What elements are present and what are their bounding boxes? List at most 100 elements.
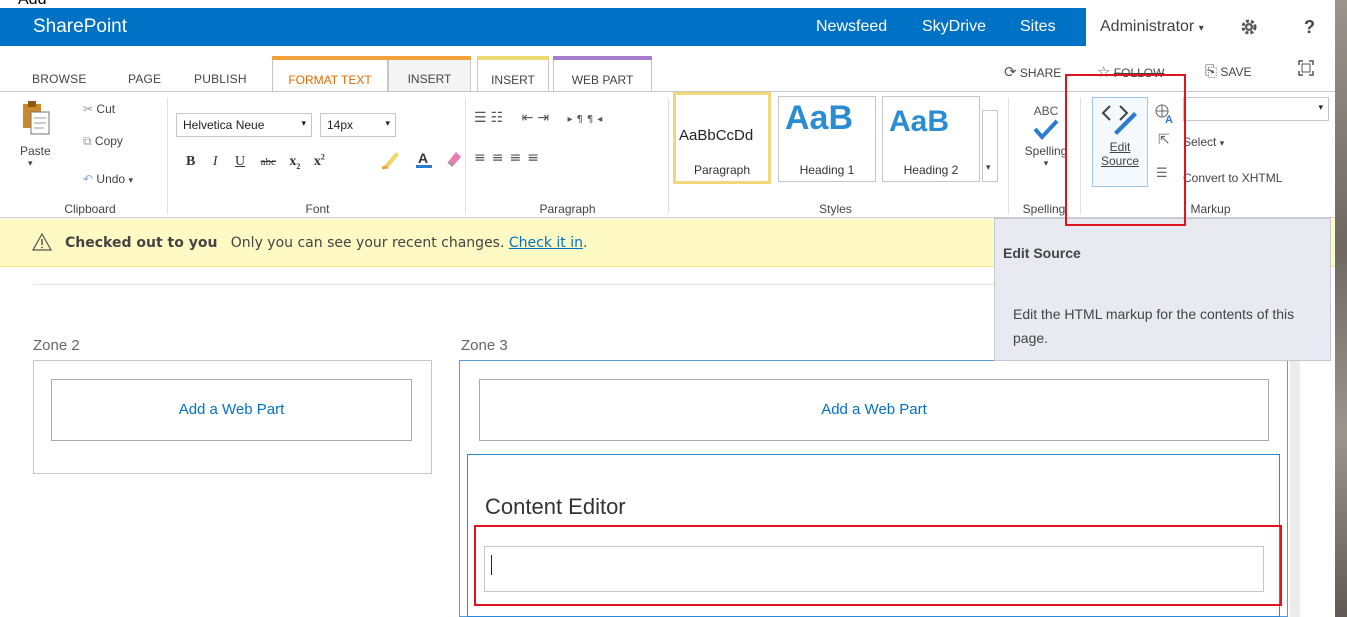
italic-icon[interactable]: I [213, 154, 218, 169]
edit-source-button[interactable]: Edit Source [1092, 97, 1148, 187]
content-editor-title: Content Editor [485, 494, 626, 519]
notification-status: Checked out to you [65, 235, 218, 251]
copy-icon: ⧉ [83, 134, 92, 148]
align-center-icon[interactable]: ≡ [492, 150, 510, 166]
style-paragraph[interactable]: AaBbCcDd Paragraph [673, 92, 771, 184]
underline-icon[interactable]: U [235, 154, 245, 169]
star-icon: ☆ [1097, 64, 1111, 81]
follow-label: FOLLOW [1113, 66, 1165, 80]
highlight-color-icon[interactable] [380, 148, 402, 174]
chevron-down-icon: ▾ [986, 163, 991, 173]
convert-xhtml-button[interactable]: Convert to XHTML [1183, 171, 1282, 185]
tab-insert[interactable]: INSERT [388, 56, 471, 92]
check-in-link[interactable]: Check it in [509, 235, 583, 251]
focus-content-icon[interactable] [1298, 60, 1314, 79]
indent-icon[interactable]: ⇥ [537, 110, 553, 126]
follow-button[interactable]: ☆ FOLLOW [1097, 63, 1164, 81]
group-separator [1008, 98, 1009, 214]
content-editor-field[interactable] [484, 546, 1264, 592]
group-label-spelling: Spelling [1022, 202, 1066, 216]
brand-sharepoint[interactable]: SharePoint [33, 8, 127, 46]
save-button[interactable]: ⎘ SAVE [1205, 63, 1251, 80]
share-button[interactable]: ⟳ SHARE [1004, 63, 1061, 81]
add-web-part-zone-3[interactable]: Add a Web Part [479, 379, 1269, 441]
cursor-icon: ⇱ [1158, 132, 1170, 148]
strikethrough-icon[interactable]: abc [261, 156, 276, 168]
copy-button[interactable]: ⧉ Copy [83, 134, 123, 149]
notification-message: Only you can see your recent changes. [230, 235, 505, 251]
font-family-select[interactable]: Helvetica Neue ▾ [176, 113, 312, 137]
tooltip-description: Edit the HTML markup for the contents of… [1013, 306, 1295, 346]
group-label-markup: Markup [1190, 202, 1231, 216]
warning-icon [31, 232, 53, 255]
share-icon: ⟳ [1004, 64, 1017, 81]
markup-style-select[interactable]: ▾ [1183, 97, 1329, 121]
scissors-icon: ✂ [83, 102, 94, 116]
styles-more-button[interactable]: ▾ [982, 110, 998, 182]
ltr-icon[interactable]: ▸¶ [568, 114, 587, 125]
group-label-paragraph: Paragraph [539, 202, 596, 216]
paste-button[interactable]: Paste ▾ [20, 100, 56, 169]
suite-link-sites[interactable]: Sites [1020, 8, 1056, 46]
spelling-label: Spelling [1024, 144, 1068, 158]
style-sample: AaBbCcDd [679, 127, 754, 144]
bullets-icon[interactable]: ☰ [474, 110, 491, 126]
style-heading-2[interactable]: AaB Heading 2 [882, 96, 980, 182]
notification-period: . [583, 235, 588, 251]
font-size-value: 14px [327, 118, 354, 132]
tab-insert-2[interactable]: INSERT [477, 56, 549, 92]
tab-web-part[interactable]: WEB PART [553, 56, 652, 92]
group-separator [1080, 98, 1081, 214]
undo-label: Undo [96, 172, 126, 186]
select-button[interactable]: Select ▾ [1183, 135, 1224, 149]
svg-text:A: A [418, 150, 428, 166]
style-sample: AaB [785, 99, 854, 137]
window-edge [1335, 0, 1347, 617]
font-color-icon[interactable]: A [413, 148, 435, 174]
suite-bar: SharePoint Newsfeed SkyDrive Sites Admin… [0, 8, 1347, 46]
font-family-value: Helvetica Neue [183, 118, 265, 132]
user-menu[interactable]: Administrator ▾ [1100, 8, 1204, 48]
style-heading-1[interactable]: AaB Heading 1 [778, 96, 876, 182]
outdent-icon[interactable]: ⇤ [522, 110, 538, 126]
tab-browse[interactable]: BROWSE [32, 72, 87, 86]
clear-format-icon[interactable] [444, 148, 464, 172]
align-left-icon[interactable]: ≡ [474, 150, 492, 166]
edit-label: Edit [1109, 140, 1131, 154]
suite-user-area: Administrator ▾ ? [1086, 8, 1347, 46]
zone-2-title: Zone 2 [33, 337, 80, 354]
convert-icon: ☰ [1156, 166, 1168, 181]
align-right-icon[interactable]: ≡ [509, 150, 527, 166]
language-icon[interactable]: A [1155, 104, 1175, 128]
tab-publish[interactable]: PUBLISH [194, 72, 247, 86]
tab-page[interactable]: PAGE [128, 72, 161, 86]
gear-icon[interactable] [1240, 18, 1258, 40]
help-icon[interactable]: ? [1304, 8, 1315, 46]
ribbon-body: Paste ▾ ✂ Cut ⧉ Copy ↶ Undo ▾ Clipboard … [0, 92, 1347, 218]
undo-button[interactable]: ↶ Undo ▾ [83, 172, 133, 186]
add-web-part-zone-2[interactable]: Add a Web Part [51, 379, 412, 441]
style-sample: AaB [889, 105, 950, 138]
group-label-font: Font [305, 202, 330, 216]
suite-link-newsfeed[interactable]: Newsfeed [816, 8, 887, 46]
suite-link-skydrive[interactable]: SkyDrive [922, 8, 986, 46]
subscript-icon[interactable]: x2 [289, 154, 300, 171]
paragraph-align-buttons: ≡≡≡≡ [474, 150, 545, 166]
svg-text:A: A [1165, 114, 1173, 124]
justify-icon[interactable]: ≡ [527, 150, 545, 166]
superscript-icon[interactable]: x2 [314, 152, 325, 169]
bold-icon[interactable]: B [186, 154, 195, 169]
paste-label: Paste [20, 144, 51, 158]
tab-insert-label: INSERT [407, 72, 452, 86]
style-caption: Heading 2 [903, 163, 959, 177]
numbering-icon[interactable]: ☷ [491, 110, 508, 126]
spelling-button[interactable]: ABC Spelling ▾ [1018, 104, 1074, 169]
chevron-down-icon: ▾ [385, 118, 390, 128]
tab-format-text[interactable]: FORMAT TEXT [272, 56, 388, 92]
chevron-down-icon: ▾ [28, 158, 33, 168]
cut-button[interactable]: ✂ Cut [83, 102, 115, 116]
rtl-icon[interactable]: ¶◂ [587, 114, 606, 125]
copy-label: Copy [94, 134, 123, 148]
font-size-select[interactable]: 14px ▾ [320, 113, 396, 137]
group-label-styles: Styles [819, 202, 852, 216]
